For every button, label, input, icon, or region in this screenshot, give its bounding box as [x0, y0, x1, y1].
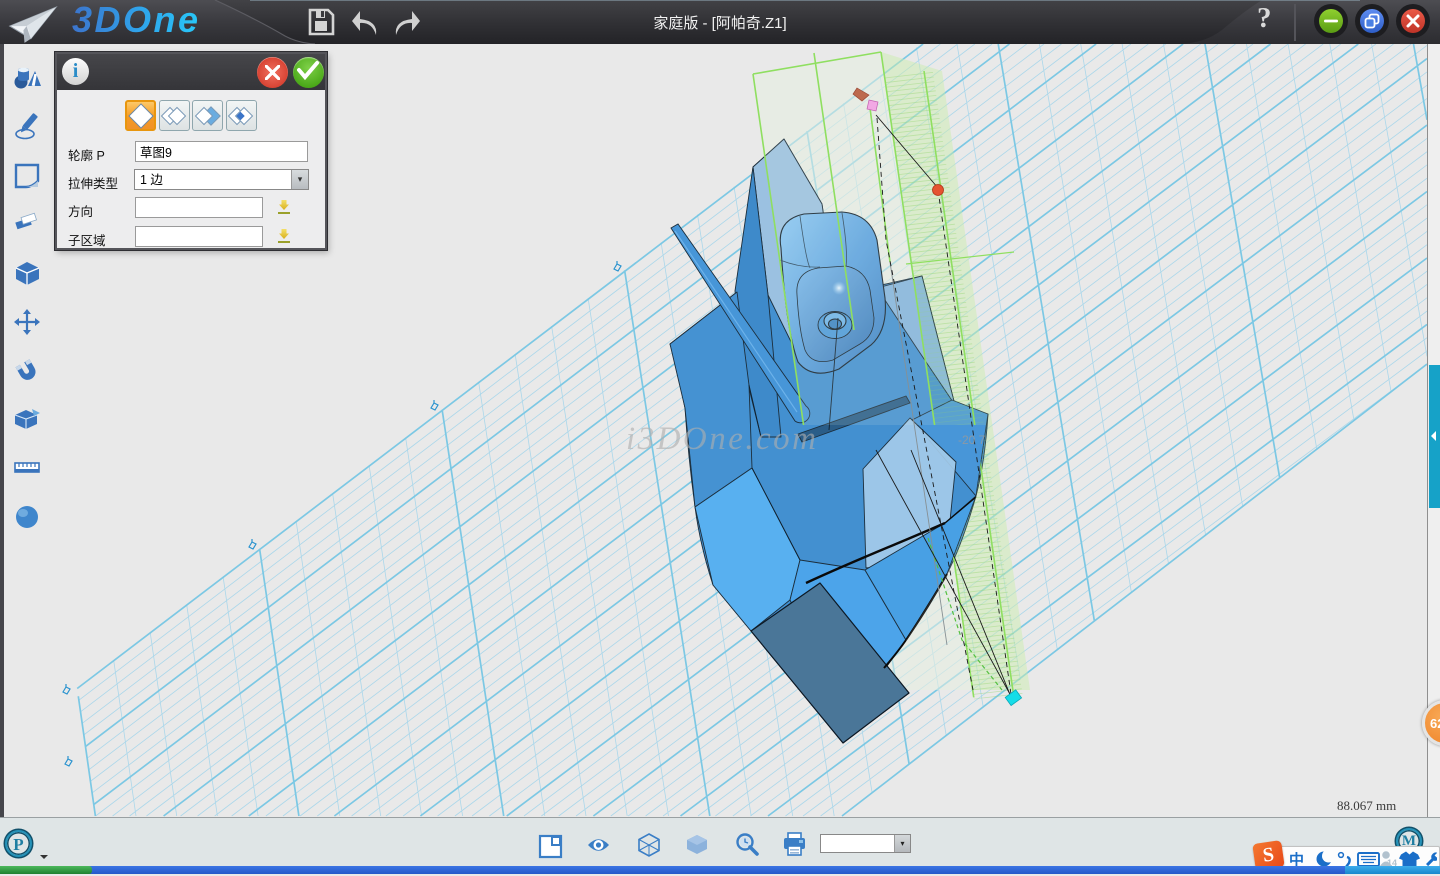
svg-text:-20 7: -20 7: [958, 433, 986, 447]
svg-text:88.067 mm: 88.067 mm: [1337, 798, 1396, 813]
